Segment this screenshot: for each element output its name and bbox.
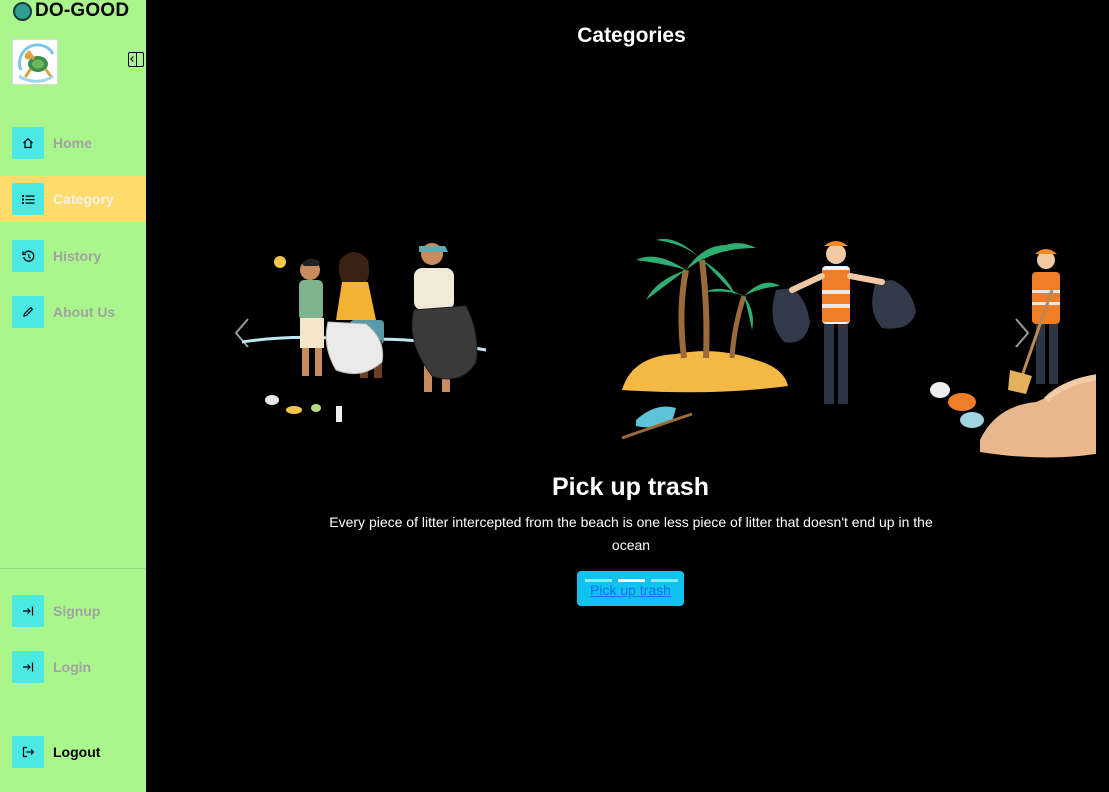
turtle-logo — [12, 39, 58, 85]
sidebar-item-label: Logout — [53, 744, 101, 760]
sidebar-item-login[interactable]: Login — [0, 644, 146, 690]
sidebar-item-home[interactable]: Home — [0, 120, 146, 166]
sidebar: DO-GOOD Home Category History About Us S… — [0, 0, 146, 792]
page-title: Categories — [577, 24, 686, 47]
sidebar-item-label: Signup — [53, 603, 101, 619]
history-icon — [12, 240, 44, 272]
carousel-indicator-2[interactable] — [618, 579, 645, 582]
collapse-sidebar-icon[interactable] — [128, 52, 144, 67]
slide-title: Pick up trash — [552, 473, 709, 501]
sidebar-divider — [0, 568, 146, 569]
brand-name: DO-GOOD — [35, 0, 130, 21]
sign-in-icon — [12, 595, 44, 627]
pencil-icon — [12, 296, 44, 328]
carousel-indicator-1[interactable] — [585, 579, 612, 582]
sidebar-item-label: About Us — [53, 304, 116, 320]
sidebar-item-category[interactable]: Category — [0, 176, 146, 222]
sidebar-item-signup[interactable]: Signup — [0, 588, 146, 634]
sidebar-item-label: History — [53, 248, 102, 264]
brand[interactable]: DO-GOOD — [13, 0, 129, 22]
pick-up-trash-link[interactable]: Pick up trash — [590, 582, 671, 598]
pick-up-trash-button[interactable]: Pick up trash — [577, 571, 684, 606]
carousel-indicators — [585, 579, 678, 582]
turtle-logo-art — [17, 43, 55, 83]
globe-icon — [13, 1, 32, 21]
sidebar-item-about-us[interactable]: About Us — [0, 289, 146, 335]
logout-button[interactable]: Logout — [0, 729, 146, 775]
home-icon — [12, 127, 44, 159]
sidebar-item-label: Home — [53, 135, 92, 151]
list-icon — [12, 183, 44, 215]
sidebar-item-label: Login — [53, 659, 92, 675]
sign-in-icon — [12, 651, 44, 683]
carousel-indicator-3[interactable] — [651, 579, 678, 582]
sidebar-item-history[interactable]: History — [0, 233, 146, 279]
main-content: Categories Pick up trash Every piece of … — [146, 0, 1109, 792]
beach-cleanup-illustration — [241, 238, 1096, 458]
sign-out-icon — [12, 736, 44, 768]
slide-description: Every piece of litter intercepted from t… — [329, 514, 933, 553]
sidebar-item-label: Category — [53, 191, 114, 207]
